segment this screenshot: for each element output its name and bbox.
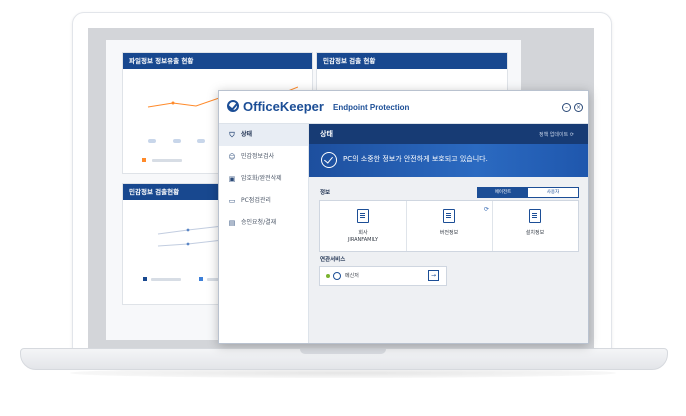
main-panel: 상태 정책 업데이트 ⟳ PC의 소중한 정보가 안전하게 보호되고 있습니다.… bbox=[309, 124, 588, 343]
policy-update-button[interactable]: 정책 업데이트 ⟳ bbox=[539, 131, 574, 138]
legend-label bbox=[151, 278, 181, 281]
related-services-label: 연관서비스 bbox=[320, 257, 346, 263]
check-circle-icon bbox=[333, 272, 341, 280]
info-panel: 회사 JIRANFAMILY ⟳ 버전정보 설치정보 bbox=[319, 200, 579, 252]
status-message: PC의 소중한 정보가 안전하게 보호되고 있습니다. bbox=[343, 155, 488, 163]
legend-dot bbox=[173, 139, 181, 143]
refresh-icon: ⟳ bbox=[569, 132, 574, 138]
company-label: 회사 bbox=[358, 230, 368, 236]
minimize-icon[interactable]: – bbox=[562, 103, 571, 112]
sidebar-item-label: PC점검관리 bbox=[241, 197, 271, 204]
line-chart bbox=[157, 225, 223, 247]
refresh-icon[interactable]: ⟳ bbox=[484, 206, 489, 213]
legend-dot bbox=[197, 139, 205, 143]
version-icon bbox=[443, 209, 455, 223]
officekeeper-window: OfficeKeeper Endpoint Protection – × ⛉ 상… bbox=[218, 90, 589, 344]
messenger-service-row: 메신저 → bbox=[319, 266, 447, 286]
sidebar-item-status[interactable]: ⛉ 상태 bbox=[219, 124, 308, 146]
brand-subtitle: Endpoint Protection bbox=[333, 103, 410, 112]
launch-icon[interactable]: → bbox=[428, 270, 439, 281]
legend-label bbox=[152, 159, 182, 162]
page-title: 상태 bbox=[320, 130, 333, 138]
policy-update-label: 정책 업데이트 bbox=[539, 132, 569, 138]
sidebar-item-label: 상태 bbox=[241, 131, 253, 138]
legend-marker bbox=[143, 277, 147, 281]
monitor-icon: ▭ bbox=[228, 197, 236, 205]
sidebar-item-pc-check[interactable]: ▭ PC점검관리 bbox=[219, 190, 308, 212]
sidebar: ⛉ 상태 ☺ 민감정보검사 ▣ 암호화/완전삭제 ▭ PC점검관리 ▤ 승인요청… bbox=[219, 124, 309, 343]
users-icon: ☺ bbox=[228, 153, 236, 161]
legend-marker bbox=[142, 158, 146, 162]
info-tabs: 에이전트 사용자 bbox=[477, 187, 579, 198]
dashboard-card-title: 민감정보 검출 현황 bbox=[317, 53, 507, 69]
sidebar-item-label: 암호화/완전삭제 bbox=[241, 175, 282, 182]
title-bar: OfficeKeeper Endpoint Protection – × bbox=[219, 91, 588, 124]
dashboard-card: 민감정보 검출 현황 bbox=[316, 52, 508, 94]
dashboard-card: 민감정보 검출현황 bbox=[122, 183, 224, 305]
legend-marker bbox=[199, 277, 203, 281]
laptop-notch bbox=[300, 349, 386, 354]
dashboard-card-title: 파일정보 정보유출 현황 bbox=[123, 53, 312, 69]
brand-name: OfficeKeeper bbox=[243, 99, 324, 114]
service-label: 메신저 bbox=[345, 273, 359, 279]
sidebar-item-label: 민감정보검사 bbox=[241, 153, 275, 160]
close-icon[interactable]: × bbox=[574, 103, 583, 112]
lock-icon: ▣ bbox=[228, 175, 236, 183]
install-info-cell[interactable]: 설치정보 bbox=[492, 201, 578, 251]
version-label: 버전정보 bbox=[439, 230, 459, 236]
status-dot-icon bbox=[326, 274, 330, 278]
company-value: JIRANFAMILY bbox=[347, 237, 379, 243]
tab-agent[interactable]: 에이전트 bbox=[478, 188, 528, 197]
building-icon bbox=[357, 209, 369, 223]
install-icon bbox=[529, 209, 541, 223]
dashboard-card-title: 민감정보 검출현황 bbox=[123, 184, 223, 200]
info-section-label: 정보 bbox=[320, 190, 331, 196]
document-icon: ▤ bbox=[228, 219, 236, 227]
sidebar-item-encryption[interactable]: ▣ 암호화/완전삭제 bbox=[219, 168, 308, 190]
sidebar-item-label: 승인요청/결재 bbox=[241, 219, 277, 226]
tab-user[interactable]: 사용자 bbox=[528, 188, 578, 197]
shield-icon: ⛉ bbox=[229, 131, 235, 139]
sidebar-item-sensitive-scan[interactable]: ☺ 민감정보검사 bbox=[219, 146, 308, 168]
main-header: 상태 정책 업데이트 ⟳ bbox=[309, 124, 588, 144]
legend-dot bbox=[148, 139, 156, 143]
version-info-cell[interactable]: ⟳ 버전정보 bbox=[406, 201, 493, 251]
company-info-cell[interactable]: 회사 JIRANFAMILY bbox=[320, 201, 407, 251]
install-label: 설치정보 bbox=[525, 230, 545, 236]
sidebar-item-approval[interactable]: ▤ 승인요청/결재 bbox=[219, 212, 308, 234]
status-banner: PC의 소중한 정보가 안전하게 보호되고 있습니다. bbox=[309, 144, 588, 177]
